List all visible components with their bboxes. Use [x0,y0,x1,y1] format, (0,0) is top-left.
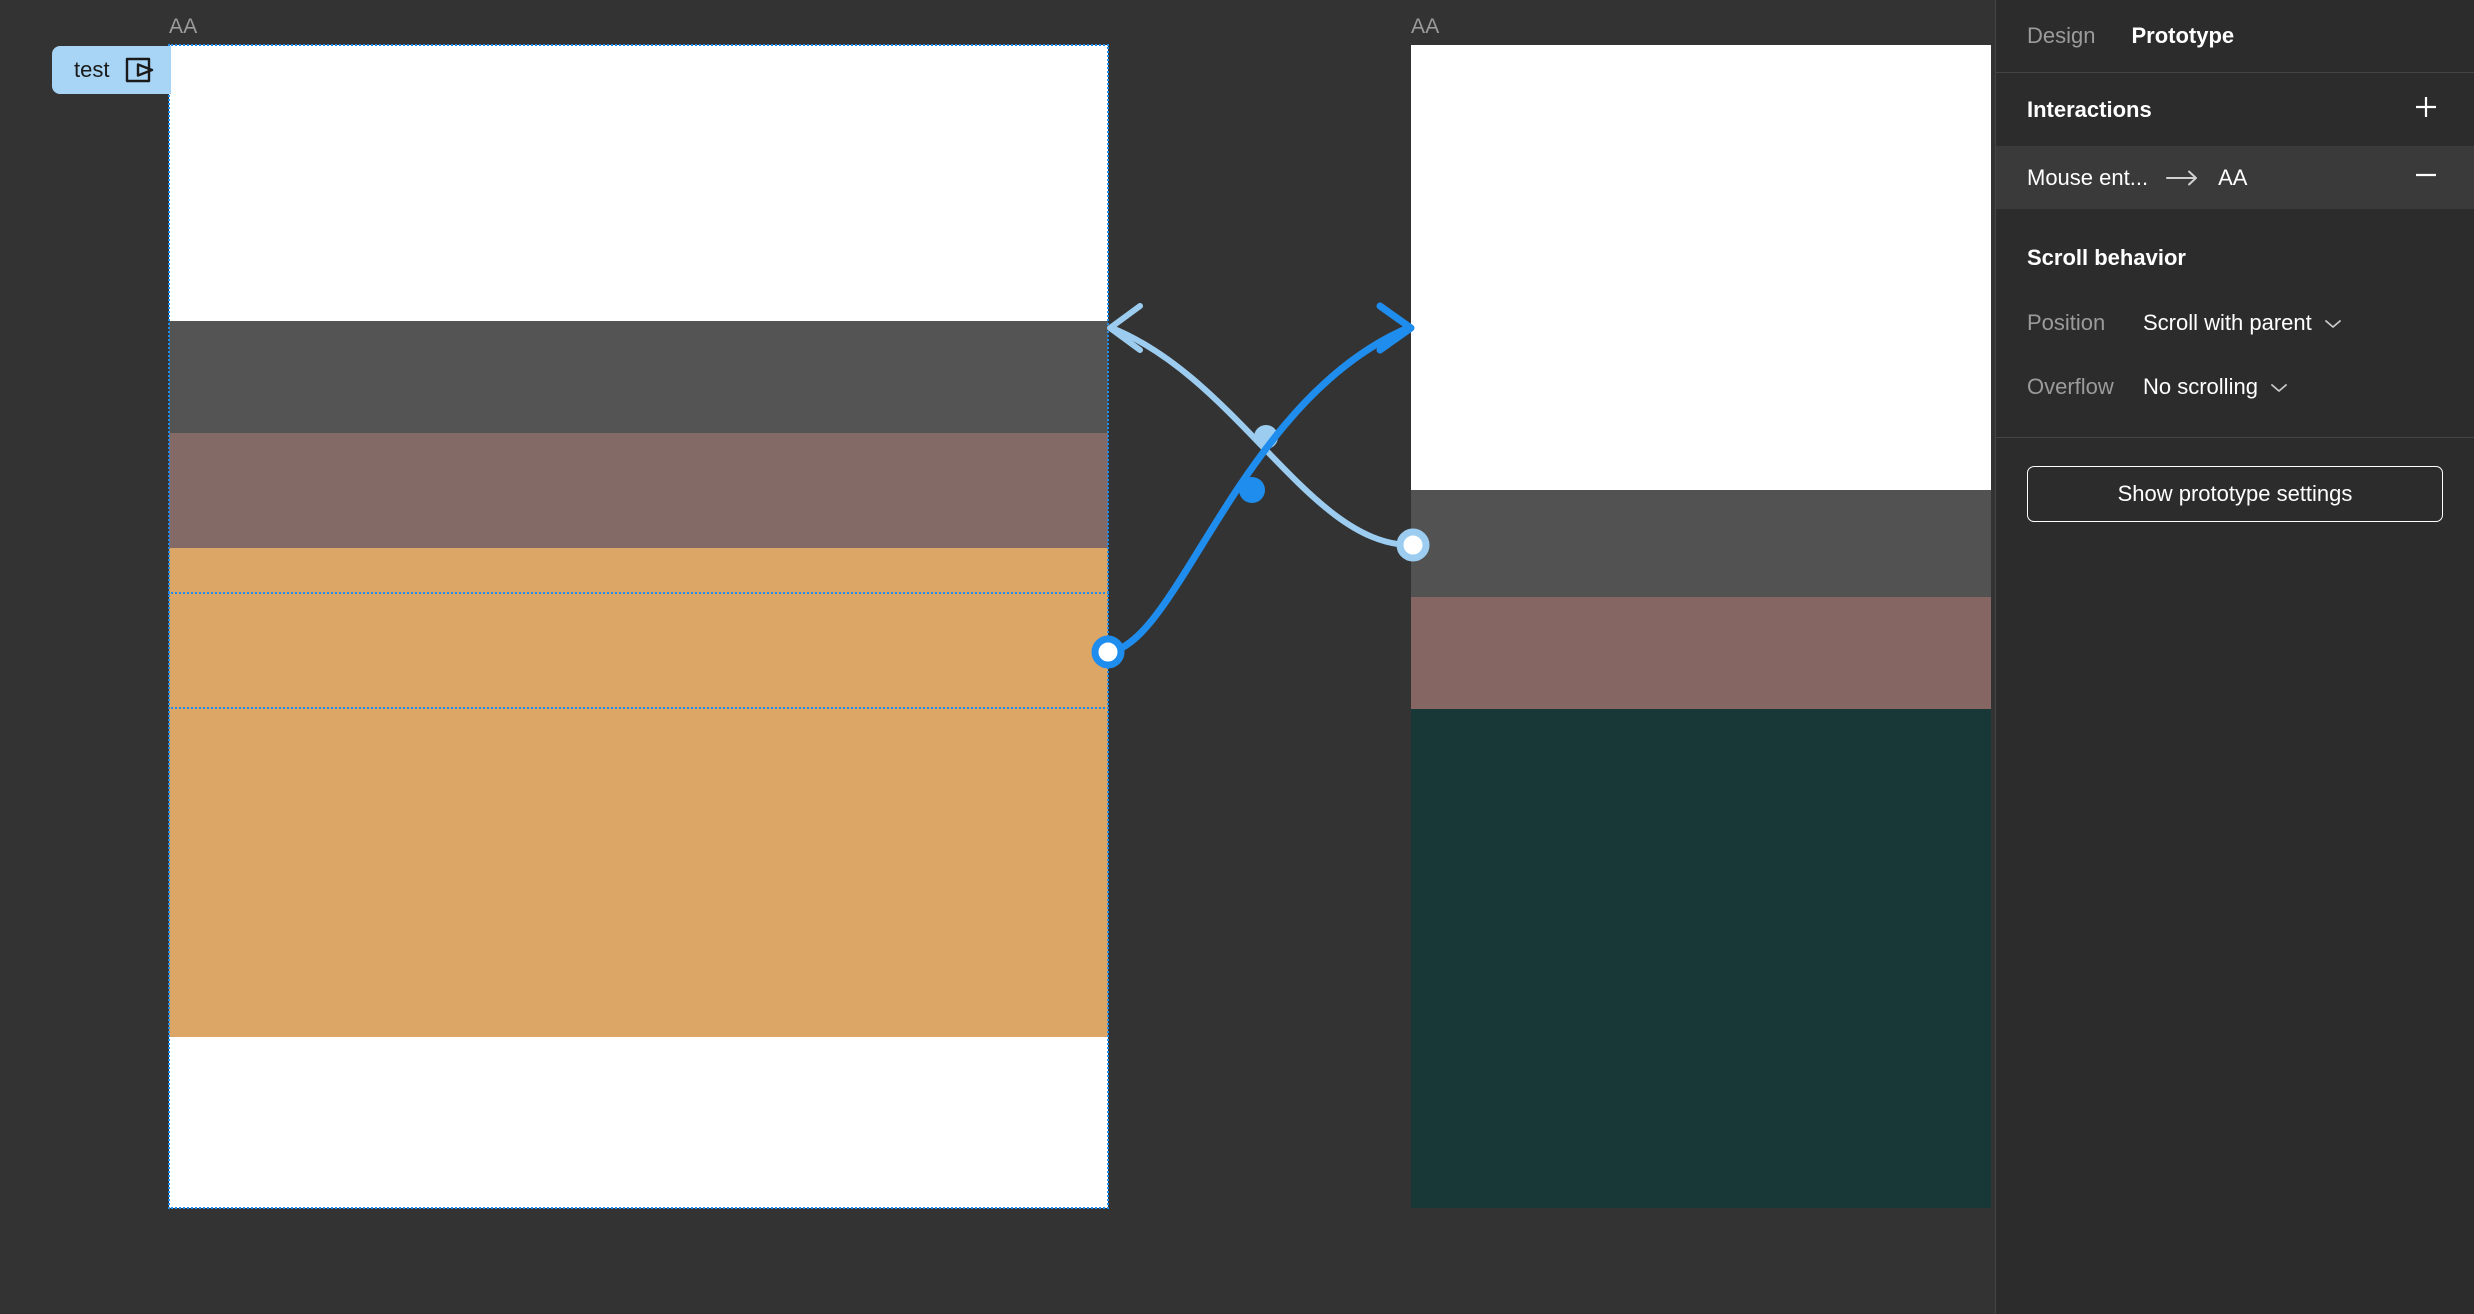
scroll-behavior-title: Scroll behavior [2027,245,2186,270]
minus-icon [2412,161,2440,194]
frame-name-label-left[interactable]: AA [169,16,198,37]
present-play-icon[interactable] [125,56,155,84]
scroll-overflow-dropdown[interactable]: No scrolling [2137,372,2294,402]
outgoing-connection-arrowhead [1376,302,1415,354]
interaction-trigger-label: Mouse ent... [2027,166,2149,189]
add-interaction-button[interactable] [2404,88,2448,132]
tab-design[interactable]: Design [2027,25,2095,47]
scroll-position-dropdown[interactable]: Scroll with parent [2137,308,2348,338]
scroll-overflow-row: Overflow No scrolling [1996,355,2474,419]
interaction-row[interactable]: Mouse ent... AA [1996,146,2474,209]
panel-tabs: Design Prototype [1996,0,2474,72]
tab-prototype[interactable]: Prototype [2131,25,2234,47]
outgoing-connection-path [1109,324,1410,656]
frame-left-band-tan [169,548,1108,1037]
chevron-down-icon [2270,376,2288,398]
plus-icon [2412,93,2440,126]
frame-right-band-gray [1411,490,1991,597]
flow-start-badge-label: test [74,57,110,82]
show-settings-button-wrap: Show prototype settings [1996,438,2474,522]
scroll-overflow-label: Overflow [2027,374,2114,399]
frame-name-label-right[interactable]: AA [1411,16,1440,37]
scroll-overflow-value: No scrolling [2143,374,2258,399]
frame-left[interactable] [169,45,1108,1208]
design-canvas[interactable]: AA AA test [0,0,1995,1314]
right-properties-panel: Design Prototype Interactions Mouse ent.… [1995,0,2474,1314]
outgoing-connection-midpoint-handle[interactable] [1239,477,1265,503]
show-prototype-settings-button[interactable]: Show prototype settings [2027,466,2443,522]
scroll-behavior-section-header: Scroll behavior [1996,209,2474,269]
arrow-right-icon [2166,169,2200,187]
incoming-connection-arrowhead [1107,303,1143,353]
frame-right-band-teal [1411,709,1991,1208]
frame-left-band-gray [169,321,1108,433]
interactions-section-header: Interactions [1996,73,2474,146]
interaction-destination-label: AA [2218,164,2248,190]
incoming-connection-midpoint-handle[interactable] [1254,425,1278,449]
interactions-title: Interactions [2027,96,2152,122]
frame-left-band-white [169,45,1108,321]
incoming-connection-path [1110,325,1412,548]
remove-interaction-button[interactable] [2404,156,2448,200]
frame-right-band-mauve [1411,597,1991,709]
frame-right[interactable] [1411,45,1991,1208]
figma-prototype-window: AA AA test Design Prototype Interactions… [0,0,2474,1314]
frame-right-band-white [1411,45,1991,490]
scroll-position-value: Scroll with parent [2143,310,2312,335]
chevron-down-icon [2324,312,2342,334]
flow-start-badge[interactable]: test [52,46,172,94]
scroll-position-label: Position [2027,310,2106,335]
frame-left-band-mauve [169,433,1108,548]
scroll-position-row: Position Scroll with parent [1996,291,2474,355]
